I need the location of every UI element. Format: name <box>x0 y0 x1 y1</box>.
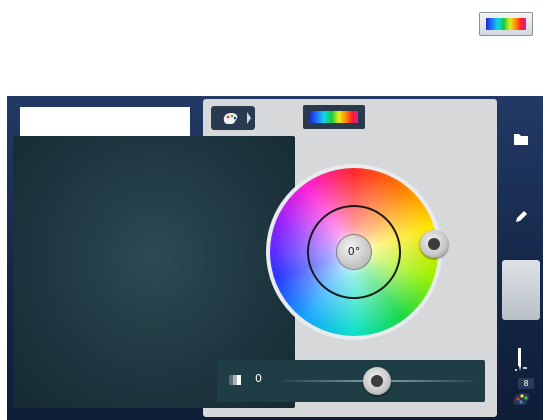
embroidery-machine-screen: - + 0° 0 <box>7 96 543 420</box>
hue-rotation-button[interactable]: 0° <box>337 235 371 269</box>
sidebar-item-folder[interactable] <box>502 118 540 164</box>
sidebar-item-stitch[interactable] <box>502 336 540 382</box>
needle-thread-icon <box>515 348 527 371</box>
brightness-value: 0 <box>255 372 262 385</box>
rainbow-swatch-icon <box>310 111 358 123</box>
color-swatch-button[interactable] <box>479 12 533 36</box>
color-palette-icon <box>513 393 530 405</box>
brightness-slider-knob[interactable] <box>363 367 391 395</box>
brightness-gradient-icon <box>229 375 241 385</box>
knob-center <box>428 238 440 250</box>
folder-icon <box>514 134 528 145</box>
sidebar-item-edit[interactable] <box>502 195 540 241</box>
palette-tab-icon <box>223 112 251 124</box>
rainbow-swatch-button[interactable] <box>303 105 365 129</box>
rainbow-swatch-icon <box>486 18 526 30</box>
pencil-icon <box>516 211 527 222</box>
knob-center <box>371 375 383 387</box>
sidebar-item-color[interactable] <box>502 260 540 320</box>
palette-tab-button[interactable] <box>211 106 255 130</box>
hue-wheel-knob[interactable] <box>420 230 448 258</box>
